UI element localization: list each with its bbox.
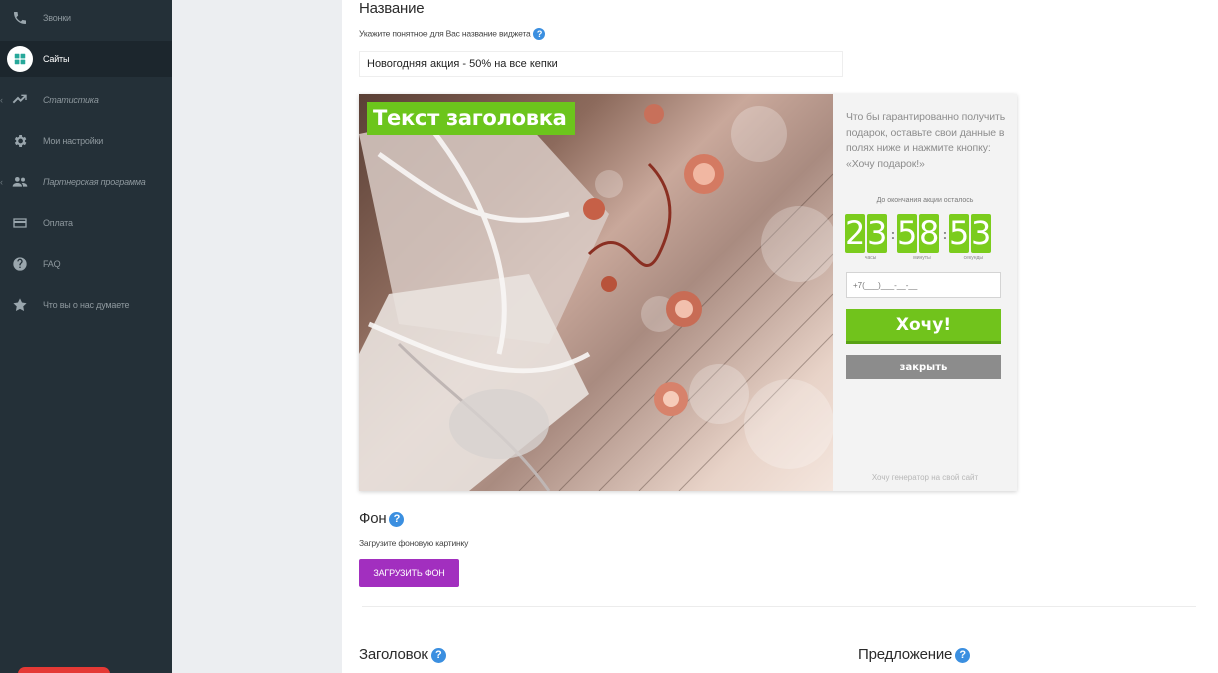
offer-label-text: Предложение [858,646,953,663]
content-gutter [172,0,342,673]
countdown-label: До окончания акции осталось [876,197,974,204]
close-button[interactable]: закрыть [846,355,1001,379]
countdown-digit: 5 [949,214,970,253]
help-icon[interactable]: ? [389,511,405,527]
name-section-hint: Укажите понятное для Вас название виджет… [359,28,546,40]
sidebar-item-settings[interactable]: Мои настройки [0,123,172,159]
phone-input[interactable] [846,272,1001,298]
unit-seconds: секунды [963,255,983,261]
heading-section-title: Заголовок? [359,646,446,663]
background-section-title: Фон? [359,510,405,527]
sidebar-item-sites[interactable]: Сайты [0,41,172,77]
question-icon [10,254,30,274]
widget-headline[interactable]: Текст заголовка [367,102,575,135]
name-section-title: Название [359,0,425,17]
chevron-left-icon: ‹ [0,177,3,187]
unit-hours: часы [864,255,877,261]
sidebar-item-feedback[interactable]: Что вы о нас думаете [0,287,172,323]
gift-photo-graphic [359,104,833,491]
background-title-text: Фон [359,510,387,527]
generator-link[interactable]: Хочу генератор на свой сайт [833,473,1017,482]
want-button[interactable]: Хочу! [846,309,1001,344]
grid-icon [7,46,33,72]
help-icon[interactable]: ? [955,647,971,663]
countdown-digit: 3 [867,214,888,253]
help-icon[interactable]: ? [430,647,446,663]
countdown-digit: 2 [845,214,866,253]
section-divider [362,606,1196,607]
help-icon[interactable]: ? [533,28,546,40]
countdown-separator: : [942,225,948,242]
countdown-timer: 2 3 : 5 8 : 5 3 [845,214,993,253]
widget-name-input[interactable] [359,51,843,77]
phone-icon [10,8,30,28]
widget-preview: Текст заголовка Что бы гарантированно по… [359,94,1017,491]
sidebar-item-label: Мои настройки [43,136,104,146]
sidebar-item-partners[interactable]: ‹ Партнерская программа [0,164,172,200]
sidebar-item-label: Статистика [43,95,99,105]
countdown-separator: : [890,225,896,242]
users-icon [10,172,30,192]
sidebar: Звонки Сайты ‹ Статистика Мои настройки … [0,0,172,673]
sidebar-item-statistics[interactable]: ‹ Статистика [0,82,172,118]
sidebar-item-payment[interactable]: Оплата [0,205,172,241]
sidebar-item-calls[interactable]: Звонки [0,0,172,36]
offer-text[interactable]: Что бы гарантированно получить подарок, … [846,110,1011,172]
countdown-digit: 3 [971,214,992,253]
offer-section-title: Предложение? [858,646,971,663]
sidebar-item-label: Что вы о нас думаете [43,300,130,310]
upload-background-button[interactable]: ЗАГРУЗИТЬ ФОН [359,559,459,587]
sidebar-item-label: Звонки [43,13,71,23]
sidebar-item-label: FAQ [43,259,61,269]
gift-background-image: Текст заголовка [359,94,833,491]
sidebar-bottom-button[interactable] [18,667,110,673]
heading-label-text: Заголовок [359,646,428,663]
sidebar-item-label: Партнерская программа [43,177,146,187]
gear-icon [10,131,30,151]
sidebar-item-label: Сайты [43,54,70,64]
sidebar-item-faq[interactable]: FAQ [0,246,172,282]
name-hint-text: Укажите понятное для Вас название виджет… [359,28,531,39]
background-hint: Загрузите фоновую картинку [359,538,469,548]
widget-form-panel: Что бы гарантированно получить подарок, … [833,94,1017,491]
star-icon [10,295,30,315]
credit-card-icon [10,213,30,233]
unit-minutes: минуты [913,255,931,261]
sidebar-item-label: Оплата [43,218,73,228]
countdown-units: часы минуты секунды [845,255,999,261]
chart-line-icon [10,90,30,110]
countdown-digit: 8 [919,214,940,253]
countdown-digit: 5 [897,214,918,253]
chevron-left-icon: ‹ [0,95,3,105]
